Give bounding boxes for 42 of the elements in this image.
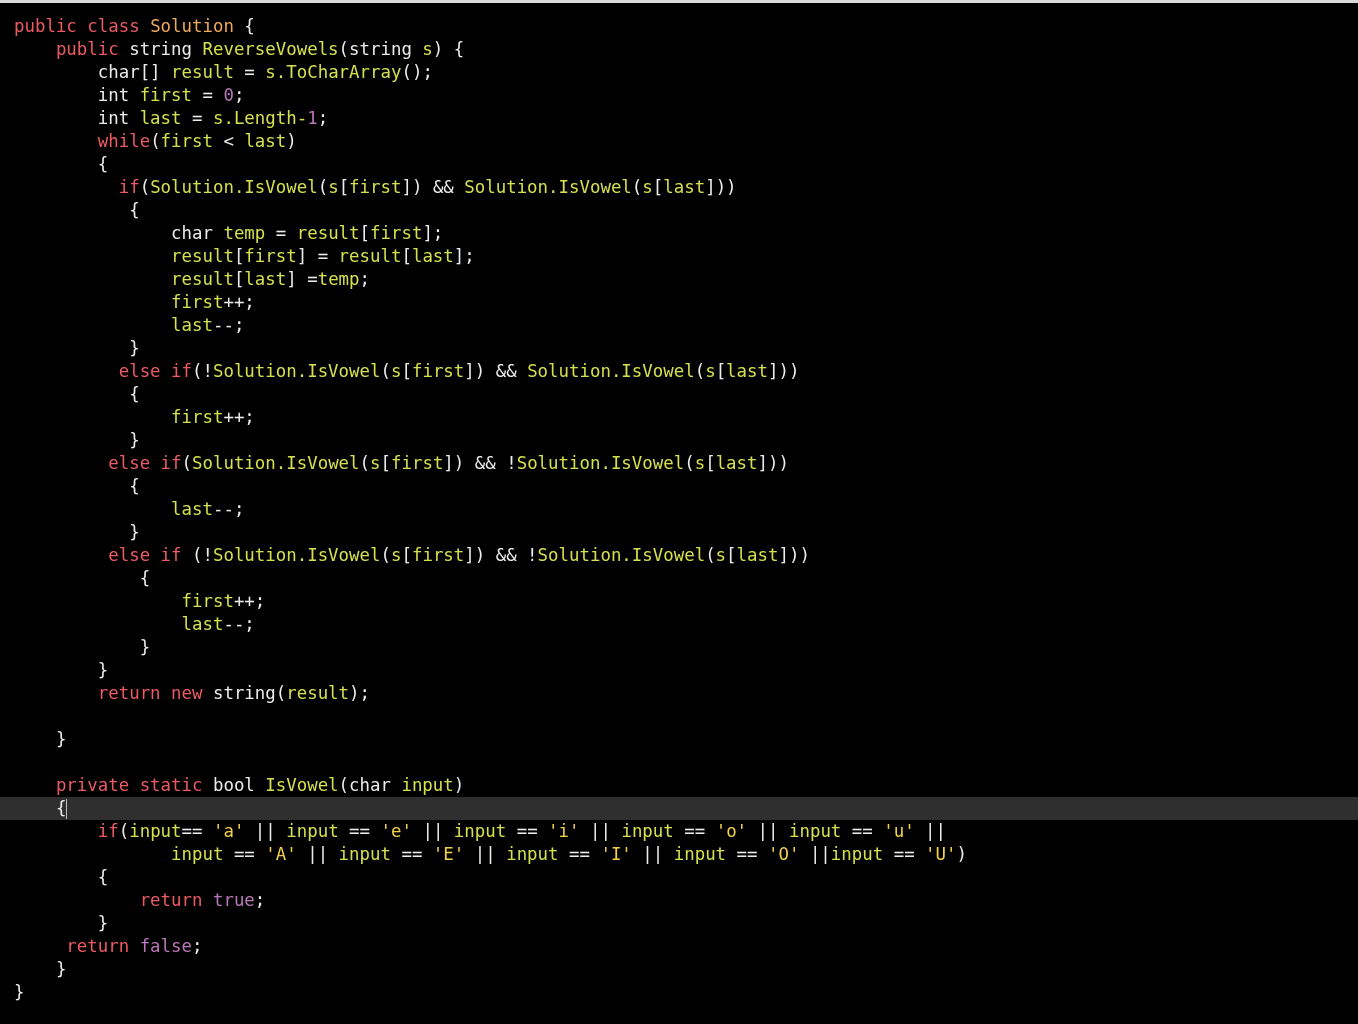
text-cursor <box>66 798 68 819</box>
code-line: } <box>128 337 140 360</box>
code-line: { <box>96 866 109 889</box>
code-line: } <box>96 659 109 682</box>
code-line: return false; <box>65 935 203 958</box>
code-line: } <box>54 728 67 751</box>
code-line: char temp = result[first]; <box>170 222 444 245</box>
code-line: return new string(result); <box>96 682 370 705</box>
code-line: else if(Solution.IsVowel(s[first]) && !Solution.IsVowel(s[last])) <box>107 452 789 475</box>
code-line: first++; <box>170 406 255 429</box>
code-line: { <box>128 383 140 406</box>
code-line: { <box>96 153 109 176</box>
code-line: if(input== 'a' || input == 'e' || input == 'i' || input == 'o' || input == 'u' || <box>96 820 947 843</box>
code-line: input == 'A' || input == 'E' || input == 'I' || input == 'O' ||input == 'U') <box>170 843 967 866</box>
code-line: last--; <box>170 498 245 521</box>
code-line: public string ReverseVowels(string s) { <box>54 38 465 61</box>
code-line: private static bool IsVowel(char input) <box>54 774 465 797</box>
code-line: while(first < last) <box>96 130 297 153</box>
code-line: int last = s.Length-1; <box>96 107 329 130</box>
code-line: result[last] =temp; <box>170 268 371 291</box>
code-line: { <box>128 475 140 498</box>
code-line: char[] result = s.ToCharArray(); <box>96 61 433 84</box>
code-line: { <box>128 199 140 222</box>
code-line: else if(!Solution.IsVowel(s[first]) && Solution.IsVowel(s[last])) <box>117 360 800 383</box>
code-line: else if (!Solution.IsVowel(s[first]) && !Solution.IsVowel(s[last])) <box>107 544 810 567</box>
code-line: last--; <box>180 613 255 636</box>
code-line: first++; <box>180 590 266 613</box>
code-line: last--; <box>170 314 245 337</box>
code-line: { <box>54 797 67 820</box>
code-line: if(Solution.IsVowel(s[first]) && Solution.IsVowel(s[last])) <box>117 176 737 199</box>
code-line: public class Solution { <box>14 15 255 38</box>
code-line: { <box>138 567 151 590</box>
code-line: } <box>54 958 67 981</box>
code-line: } <box>128 521 140 544</box>
code-line: int first = 0; <box>96 84 245 107</box>
code-line: } <box>138 636 151 659</box>
code-line: first++; <box>170 291 255 314</box>
code-line: } <box>128 429 140 452</box>
code-line: return true; <box>138 889 266 912</box>
code-line: result[first] = result[last]; <box>170 245 475 268</box>
code-line: } <box>96 912 109 935</box>
code-line: } <box>14 981 25 1004</box>
